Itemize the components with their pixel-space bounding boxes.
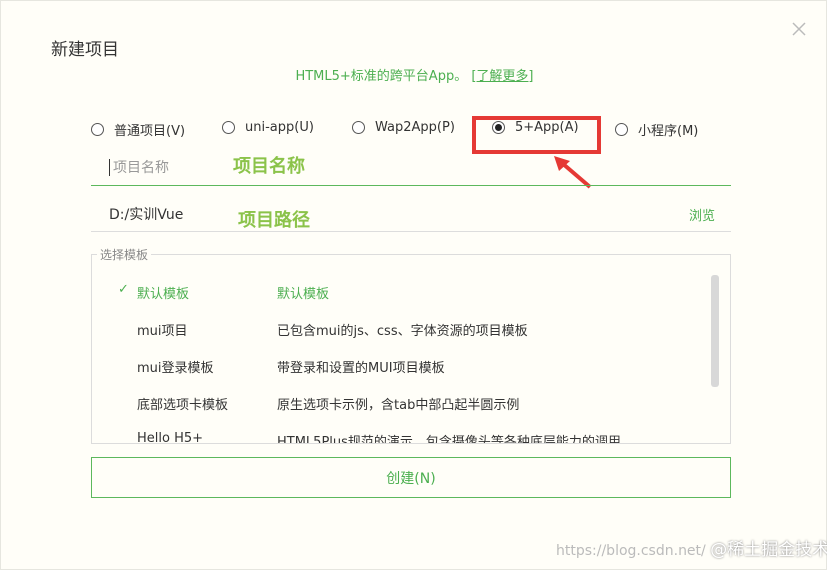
radio-circle [222,121,235,134]
new-project-dialog: 新建项目 HTML5+标准的跨平台App。 [了解更多] 普通项目(V) uni… [0,0,827,570]
template-group-legend: 选择模板 [97,246,152,263]
radio-circle [615,123,628,136]
radio-wap2app[interactable]: Wap2App(P) [352,120,455,135]
create-button[interactable]: 创建(N) [91,457,731,498]
text-caret [109,159,110,176]
radio-normal-project[interactable]: 普通项目(V) [91,120,185,139]
radio-circle [352,121,365,134]
dialog-subtitle: HTML5+标准的跨平台App。 [了解更多] [1,65,827,84]
highlight-annotation-box [472,116,601,154]
project-name-field[interactable] [91,151,731,186]
project-path-value: D:/实训Vue [109,207,184,223]
subtitle-text: HTML5+标准的跨平台App。 [295,69,468,84]
watermark-url: https://blog.csdn.net/ [556,543,706,559]
radio-label: Wap2App(P) [375,120,455,135]
template-scrollbar[interactable] [711,275,719,387]
radio-mini-program[interactable]: 小程序(M) [615,120,698,139]
template-desc: 带登录和设置的MUI项目模板 [277,361,445,376]
template-desc: 默认模板 [277,287,330,302]
radio-label: 小程序(M) [638,124,699,139]
template-row[interactable]: ✓ 默认模板 默认模板 [92,280,712,304]
template-name: mui项目 [137,324,188,339]
close-icon[interactable] [789,19,809,39]
radio-uni-app[interactable]: uni-app(U) [222,120,314,135]
project-name-annotation: 项目名称 [233,156,305,177]
watermark: https://blog.csdn.net/ @稀土掘金技术社区 [556,535,827,560]
template-row[interactable]: mui项目 已包含mui的js、css、字体资源的项目模板 [92,317,712,341]
project-path-annotation: 项目路径 [238,210,310,231]
watermark-brand: @稀土掘金技术社区 [710,540,827,560]
template-name: mui登录模板 [137,361,214,376]
learn-more-link[interactable]: [了解更多] [471,69,533,84]
template-desc: HTML5Plus规范的演示，包含摄像头等各种底层能力的调用 [277,435,621,444]
project-path-field[interactable]: D:/实训Vue 浏览 [91,197,731,232]
template-row[interactable]: mui登录模板 带登录和设置的MUI项目模板 [92,354,712,378]
template-name: Hello H5+ [137,431,204,444]
radio-circle [91,123,104,136]
template-row[interactable]: 底部选项卡模板 原生选项卡示例，含tab中部凸起半圆示例 [92,391,712,415]
browse-button[interactable]: 浏览 [689,205,715,224]
project-type-group: 普通项目(V) uni-app(U) Wap2App(P) 5+App(A) 小… [1,120,827,142]
radio-label: uni-app(U) [245,120,314,135]
template-desc: 原生选项卡示例，含tab中部凸起半圆示例 [277,398,520,413]
template-list: ✓ 默认模板 默认模板 mui项目 已包含mui的js、css、字体资源的项目模… [91,254,731,444]
check-icon: ✓ [118,282,129,297]
dialog-title: 新建项目 [51,40,119,60]
template-row[interactable]: Hello H5+ HTML5Plus规范的演示，包含摄像头等各种底层能力的调用 [92,428,712,444]
template-name: 底部选项卡模板 [137,398,229,413]
radio-label: 普通项目(V) [114,124,186,139]
template-desc: 已包含mui的js、css、字体资源的项目模板 [277,324,528,339]
template-name: 默认模板 [137,287,190,302]
